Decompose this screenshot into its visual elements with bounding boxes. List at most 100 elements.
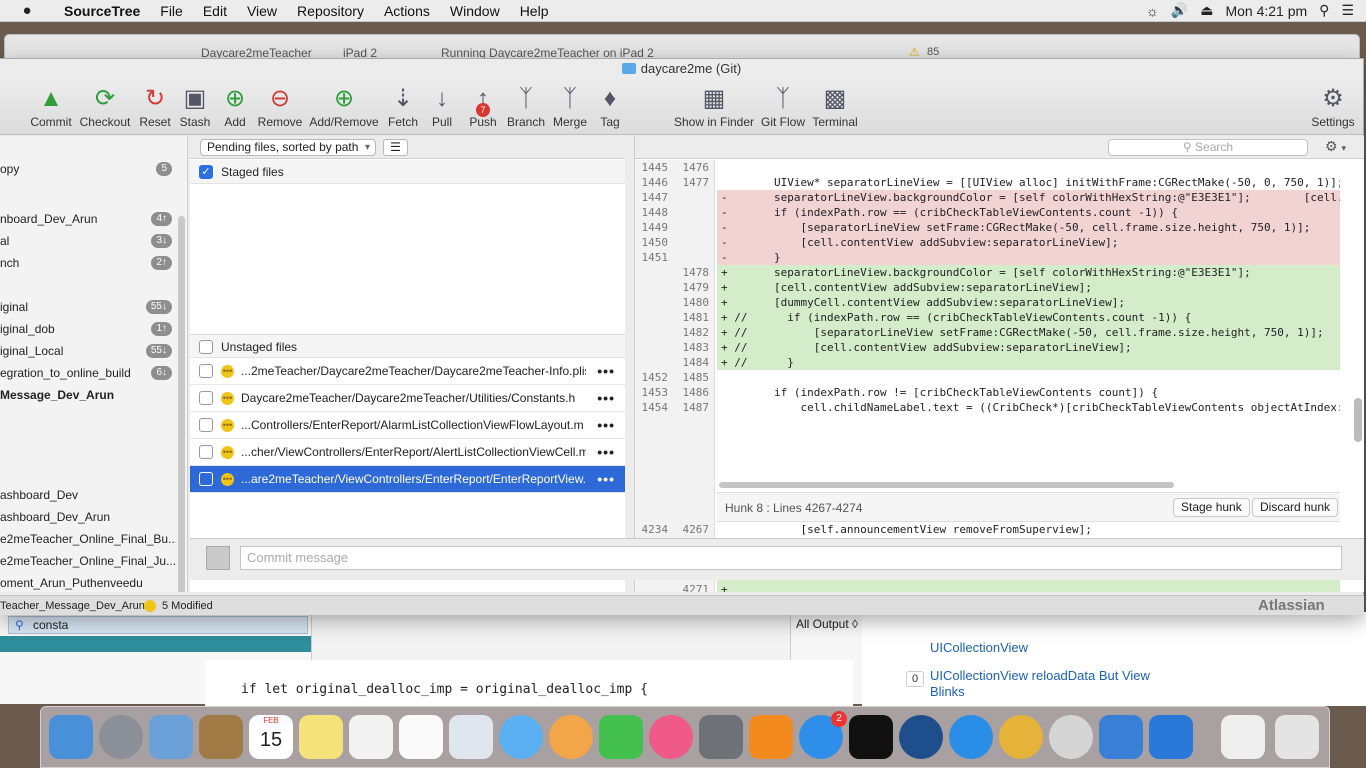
push-button[interactable]: ↑ 7 Push — [464, 83, 502, 131]
menu-actions[interactable]: Actions — [374, 3, 440, 19]
reset-button[interactable]: ↻ Reset — [136, 83, 174, 131]
more-options-icon[interactable]: ••• — [597, 444, 615, 460]
discard-hunk-button[interactable]: Discard hunk — [1252, 498, 1339, 517]
chrome-dock-icon[interactable] — [999, 715, 1043, 759]
staged-files-checkbox[interactable]: ✓ — [199, 165, 213, 179]
sidebar-item[interactable]: opy 5 — [0, 160, 176, 178]
settings-button[interactable]: ⚙ Settings — [1308, 83, 1358, 131]
menu-app-name[interactable]: SourceTree — [54, 3, 150, 19]
sidebar-item[interactable]: iginal_dob 1↑ — [0, 320, 176, 338]
facetime-dock-icon[interactable] — [599, 715, 643, 759]
sidebar-item-current-branch[interactable]: Message_Dev_Arun — [0, 386, 176, 404]
file-row[interactable]: ••• Daycare2meTeacher/Daycare2meTeacher/… — [190, 385, 625, 412]
notification-center-icon[interactable]: ☰ — [1341, 2, 1354, 19]
sidebar-item[interactable]: egration_to_online_build 6↓ — [0, 364, 176, 382]
file-row-selected[interactable]: ••• ...are2meTeacher/ViewControllers/Ent… — [190, 466, 625, 493]
diff-search-input[interactable]: ⚲ Search — [1108, 139, 1308, 156]
terminal-dock-icon[interactable] — [849, 715, 893, 759]
add-remove-button[interactable]: ⊕ Add/Remove — [308, 83, 380, 131]
file-checkbox[interactable] — [199, 472, 213, 486]
git-flow-button[interactable]: ᛉ Git Flow — [760, 83, 806, 131]
sourcetree-dock-icon[interactable] — [899, 715, 943, 759]
messages-dock-icon[interactable] — [499, 715, 543, 759]
safari-dock-icon[interactable] — [949, 715, 993, 759]
photos-dock-icon[interactable] — [549, 715, 593, 759]
file-checkbox[interactable] — [199, 391, 213, 405]
itunes-dock-icon[interactable] — [649, 715, 693, 759]
sidebar-item[interactable]: nboard_Dev_Arun 4↑ — [0, 210, 176, 228]
file-row[interactable]: ••• ...cher/ViewControllers/EnterReport/… — [190, 439, 625, 466]
checkout-button[interactable]: ⟳ Checkout — [78, 83, 132, 131]
menu-repository[interactable]: Repository — [287, 3, 374, 19]
menu-file[interactable]: File — [150, 3, 193, 19]
branch-button[interactable]: ᛉ Branch — [504, 83, 548, 131]
textedit-dock-icon[interactable] — [349, 715, 393, 759]
more-options-icon[interactable]: ••• — [597, 363, 615, 379]
menu-help[interactable]: Help — [510, 3, 559, 19]
more-options-icon[interactable]: ••• — [597, 390, 615, 406]
file-row[interactable]: ••• ...Controllers/EnterReport/AlarmList… — [190, 412, 625, 439]
sidebar-item[interactable]: e2meTeacher_Online_Final_Ju... — [0, 552, 176, 570]
system-preferences-dock-icon[interactable] — [699, 715, 743, 759]
simulator-dock-icon[interactable] — [1149, 715, 1193, 759]
xcode-help-link[interactable]: UICollectionView reloadData But View Bli… — [930, 668, 1170, 700]
add-button[interactable]: ⊕ Add — [218, 83, 252, 131]
xcode-help-link[interactable]: UICollectionView — [930, 640, 1230, 656]
launchpad-dock-icon[interactable] — [99, 715, 143, 759]
xcode-output-selector[interactable]: All Output ◊ — [796, 614, 862, 634]
menu-edit[interactable]: Edit — [193, 3, 237, 19]
downloads-dock-icon[interactable] — [1221, 715, 1265, 759]
mail-dock-icon[interactable] — [149, 715, 193, 759]
merge-button[interactable]: ᛉ Merge — [550, 83, 590, 131]
calendar-dock-icon[interactable]: FEB 15 — [249, 715, 293, 759]
ibooks-dock-icon[interactable] — [749, 715, 793, 759]
more-options-icon[interactable]: ••• — [597, 417, 615, 433]
file-checkbox[interactable] — [199, 445, 213, 459]
diff-options-button[interactable]: ⚙ ▾ — [1325, 138, 1359, 156]
stash-button[interactable]: ▣ Stash — [176, 83, 214, 131]
list-view-toggle[interactable]: ☰ — [383, 139, 408, 156]
file-checkbox[interactable] — [199, 364, 213, 378]
menu-view[interactable]: View — [237, 3, 287, 19]
sidebar-item[interactable]: iginal 55↓ — [0, 298, 176, 316]
xcode-dock-icon[interactable] — [1099, 715, 1143, 759]
app-store-dock-icon[interactable]: 2 — [799, 711, 847, 759]
volume-icon[interactable]: 🔊 — [1171, 2, 1188, 19]
xcode-warning-icon[interactable]: ⚠ — [909, 45, 920, 59]
sourcetree-status-icon[interactable]: ☼ — [1146, 3, 1159, 19]
pull-button[interactable]: ↓ Pull — [424, 83, 460, 131]
commit-message-field[interactable]: Commit message — [240, 546, 1342, 570]
trash-dock-icon[interactable] — [1275, 715, 1319, 759]
sidebar-item[interactable]: nch 2↑ — [0, 254, 176, 272]
sidebar-item[interactable]: iginal_Local 55↓ — [0, 342, 176, 360]
menu-window[interactable]: Window — [440, 3, 510, 19]
utility-dock-icon[interactable] — [1049, 715, 1093, 759]
more-options-icon[interactable]: ••• — [597, 471, 615, 487]
diff-vertical-scrollbar[interactable] — [1354, 398, 1362, 442]
sort-dropdown[interactable]: Pending files, sorted by path ▾ — [200, 139, 376, 156]
sidebar-item[interactable]: al 3↓ — [0, 232, 176, 250]
diff-horizontal-scrollbar[interactable] — [719, 482, 1174, 488]
finder-dock-icon[interactable] — [49, 715, 93, 759]
contacts-dock-icon[interactable] — [199, 715, 243, 759]
apple-menu-icon[interactable]: ● — [0, 2, 54, 19]
preview-dock-icon[interactable] — [449, 715, 493, 759]
stage-hunk-button[interactable]: Stage hunk — [1173, 498, 1250, 517]
file-row[interactable]: ••• ...2meTeacher/Daycare2meTeacher/Dayc… — [190, 358, 625, 385]
show-in-finder-button[interactable]: ▦ Show in Finder — [672, 83, 756, 131]
sidebar-item[interactable]: ashboard_Dev_Arun — [0, 508, 176, 526]
clock[interactable]: Mon 4:21 pm — [1225, 3, 1307, 19]
sidebar-item[interactable]: ashboard_Dev — [0, 486, 176, 504]
sidebar-item[interactable]: oment_Arun_Puthenveedu — [0, 574, 176, 592]
notes-dock-icon[interactable] — [299, 715, 343, 759]
unstaged-files-checkbox[interactable] — [199, 340, 213, 354]
remove-button[interactable]: ⊖ Remove — [256, 83, 304, 131]
terminal-button[interactable]: ▩ Terminal — [810, 83, 860, 131]
spotlight-search-icon[interactable]: ⚲ — [1319, 2, 1329, 19]
sidebar-scrollbar[interactable] — [178, 216, 185, 592]
sidebar-item[interactable]: e2meTeacher_Online_Final_Bu... — [0, 530, 176, 548]
xcode-filter-field[interactable]: ⚲ consta — [8, 616, 308, 634]
commit-button[interactable]: ▲ Commit — [28, 83, 74, 131]
eject-icon[interactable]: ⏏ — [1200, 2, 1213, 19]
reminders-dock-icon[interactable] — [399, 715, 443, 759]
